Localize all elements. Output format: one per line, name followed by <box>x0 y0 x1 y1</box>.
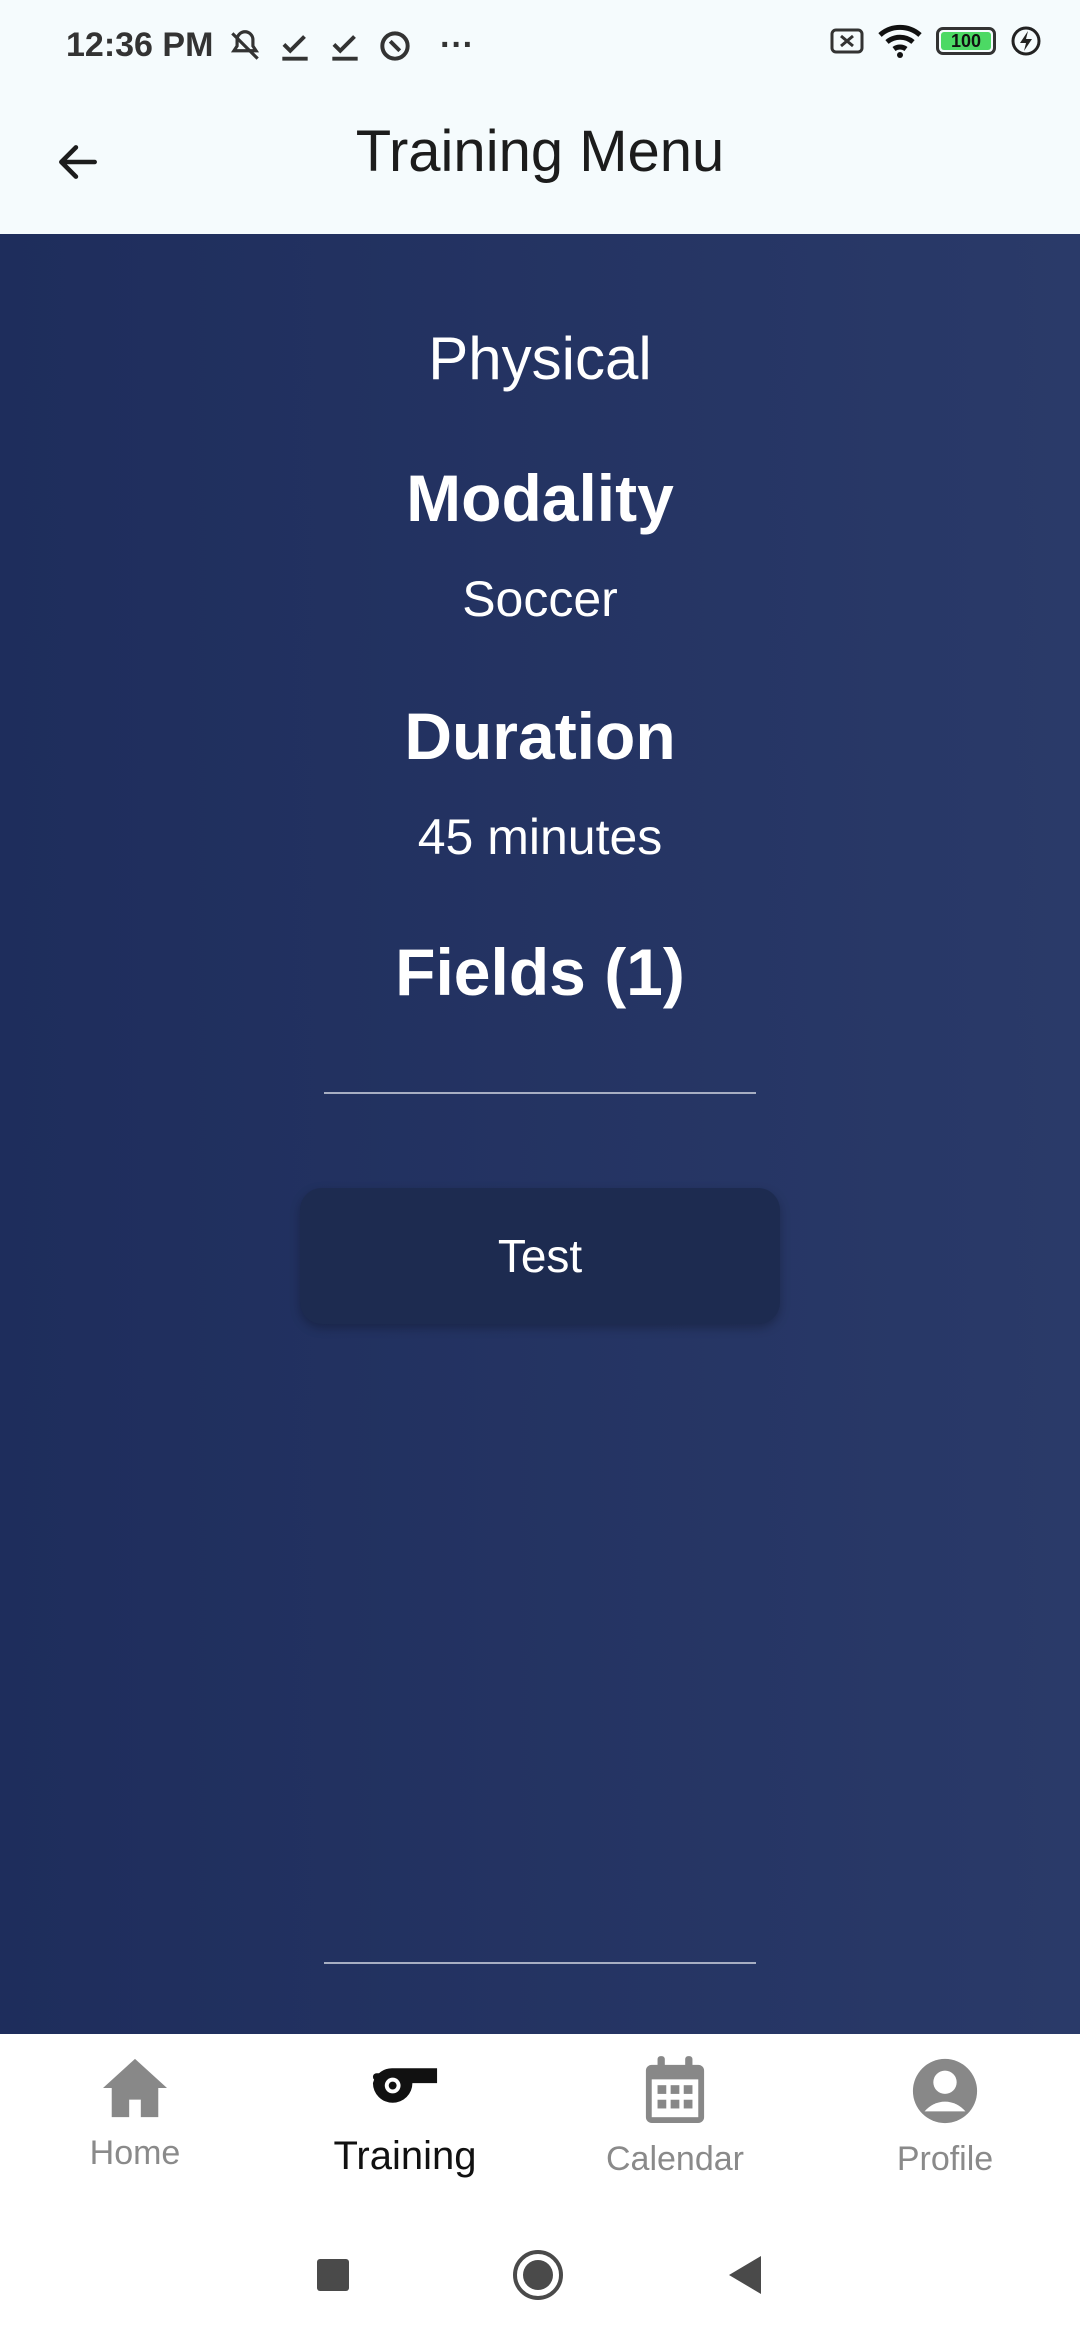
status-time: 12:36 PM <box>66 26 214 64</box>
nav-label-profile: Profile <box>896 2140 994 2178</box>
charging-icon <box>1011 26 1041 56</box>
recents-icon[interactable] <box>315 2257 351 2293</box>
calendar-icon <box>645 2056 705 2123</box>
profile-icon <box>912 2058 978 2124</box>
divider-bottom <box>324 1962 756 1964</box>
notification-icons: ··· <box>226 26 474 65</box>
nav-item-calendar[interactable]: Calendar <box>540 2034 810 2210</box>
nav-label-calendar: Calendar <box>606 2140 744 2178</box>
wifi-icon <box>878 24 922 58</box>
fields-label: Fields (1) <box>395 935 685 1009</box>
battery-icon: 100 <box>936 27 996 55</box>
mute-bell-icon <box>230 29 260 60</box>
field-item-button[interactable]: Test <box>300 1188 780 1324</box>
back-triangle-icon[interactable] <box>725 2254 765 2296</box>
duration-value: 45 minutes <box>417 809 663 865</box>
nav-label-training: Training <box>333 2134 477 2178</box>
whistle-icon <box>372 2068 438 2103</box>
divider-top <box>324 1092 756 1094</box>
training-category: Physical <box>428 325 652 392</box>
nav-item-home[interactable]: Home <box>0 2034 270 2210</box>
home-icon <box>103 2058 167 2118</box>
sim-off-icon <box>830 28 864 54</box>
page-title: Training Menu <box>355 119 725 184</box>
system-navigation-bar <box>0 2210 1080 2340</box>
battery-level-text: 100 <box>950 30 982 51</box>
app-bar: Training Menu <box>0 96 1080 234</box>
modality-label: Modality <box>406 461 674 535</box>
status-bar: 12:36 PM ··· 100 <box>0 0 1080 96</box>
check-icon <box>332 34 358 61</box>
duration-label: Duration <box>404 699 676 773</box>
nav-item-profile[interactable]: Profile <box>810 2034 1080 2210</box>
nav-label-home: Home <box>89 2134 181 2172</box>
field-item-label: Test <box>497 1230 583 1282</box>
check-icon <box>282 34 308 61</box>
home-circle-icon[interactable] <box>511 2248 565 2302</box>
training-detail-panel: Physical Modality Soccer Duration 45 min… <box>0 234 1080 2034</box>
system-status-icons: 100 <box>830 24 1042 58</box>
sync-icon <box>380 30 410 61</box>
more-notifications-icon: ··· <box>440 26 474 64</box>
modality-value: Soccer <box>462 571 618 627</box>
nav-item-training[interactable]: Training <box>270 2034 540 2210</box>
bottom-navigation: Home Training Calendar Profile <box>0 2034 1080 2211</box>
